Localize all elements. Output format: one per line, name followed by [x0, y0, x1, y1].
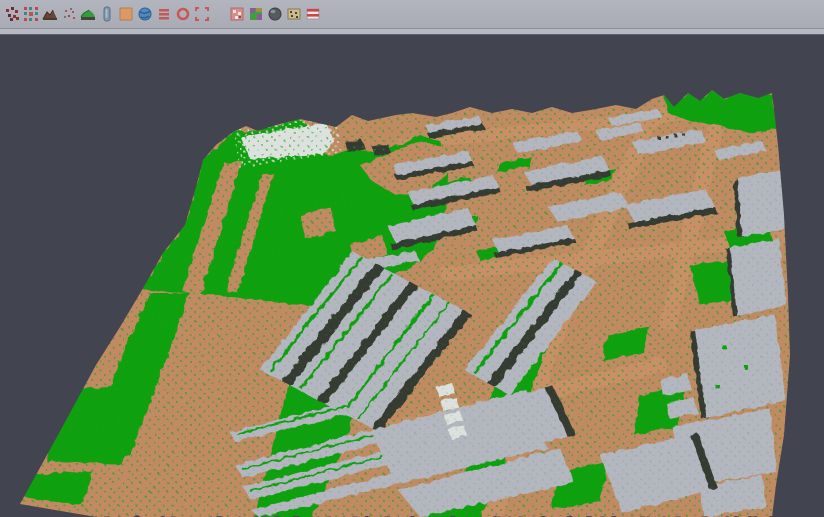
stripes-red-icon — [305, 6, 321, 22]
ring-red-icon — [175, 6, 191, 22]
toolbar-button-render-sphere[interactable] — [265, 3, 284, 25]
point-cloud-scene — [0, 35, 824, 517]
toolbar-button-globe-view[interactable] — [135, 3, 154, 25]
toolbar-button-profile-tool[interactable] — [97, 3, 116, 25]
raster-classified-icon — [248, 6, 264, 22]
terrain-green-icon — [80, 6, 96, 22]
terrain-brown-icon — [42, 6, 58, 22]
toolbar-lower-strip — [0, 28, 824, 35]
toolbar-button-ortho-tile[interactable] — [116, 3, 135, 25]
table-tan-icon — [286, 6, 302, 22]
toolbar-separator — [211, 3, 227, 25]
brackets-red-icon — [194, 6, 210, 22]
toolbar-button-rgb-point-cloud[interactable] — [21, 3, 40, 25]
toolbar-button-sparse-points[interactable] — [59, 3, 78, 25]
toolbar-button-pick-center[interactable] — [173, 3, 192, 25]
globe-icon — [137, 6, 153, 22]
layers-red-icon — [156, 6, 172, 22]
toolbar-button-color-scale[interactable] — [303, 3, 322, 25]
toolbar-button-colored-point-cloud[interactable] — [2, 3, 21, 25]
toolbar-button-raster-view[interactable] — [227, 3, 246, 25]
raster-pink-icon — [229, 6, 245, 22]
toolbar-button-layer-stack[interactable] — [154, 3, 173, 25]
toolbar-button-classified-terrain[interactable] — [78, 3, 97, 25]
toolbar-button-selection-frame[interactable] — [192, 3, 211, 25]
column-blue-icon — [99, 6, 115, 22]
scatter-red-icon — [4, 6, 20, 22]
scatter-multi-icon — [23, 6, 39, 22]
tile-orange-icon — [118, 6, 134, 22]
sparse-points-icon — [61, 6, 77, 22]
toolbar-button-attribute-table[interactable] — [284, 3, 303, 25]
application-window — [0, 0, 824, 517]
main-toolbar — [0, 0, 824, 28]
toolbar-button-classification-raster[interactable] — [246, 3, 265, 25]
sphere-dark-icon — [267, 6, 283, 22]
toolbar-button-terrain-mesh[interactable] — [40, 3, 59, 25]
viewport-3d[interactable] — [0, 35, 824, 517]
